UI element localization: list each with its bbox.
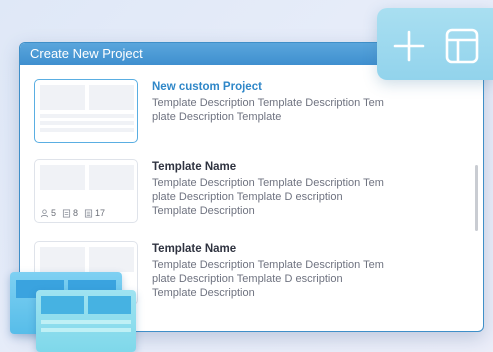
floating-toolbar	[377, 8, 493, 80]
thumb-line	[40, 121, 134, 125]
template-item-custom[interactable]: New custom Project Template Description …	[34, 79, 465, 149]
template-description: Template Description Template Descriptio…	[152, 96, 464, 124]
items-count: 17	[95, 208, 106, 218]
items-stat: 17	[84, 208, 105, 218]
description-line: plate Description Template D escription	[152, 273, 343, 285]
template-cards-illustration	[6, 268, 136, 352]
description-line: Template Description Template Descriptio…	[152, 97, 384, 109]
pages-stat: 8	[62, 208, 78, 218]
card-block	[41, 296, 84, 314]
thumb-block	[89, 85, 134, 110]
template-thumbnail	[34, 79, 138, 143]
plus-icon[interactable]	[391, 28, 427, 64]
document-icon	[62, 208, 71, 218]
card-line	[41, 328, 131, 332]
template-thumbnail: 5 8 17	[34, 159, 138, 223]
users-stat: 5	[40, 208, 56, 218]
thumb-block	[40, 85, 85, 110]
template-description: Template Description Template Descriptio…	[152, 176, 464, 218]
template-description: Template Description Template Descriptio…	[152, 258, 464, 300]
thumb-line	[40, 114, 134, 118]
description-line: plate Description Template D escription	[152, 191, 343, 203]
layout-icon[interactable]	[445, 28, 479, 64]
list-icon	[84, 208, 93, 218]
front-card	[36, 290, 136, 352]
users-count: 5	[51, 208, 57, 218]
description-line: Template Description	[152, 287, 255, 299]
description-line: Template Description Template Descriptio…	[152, 259, 384, 271]
template-text: Template Name Template Description Templ…	[152, 243, 465, 300]
user-icon	[40, 208, 49, 217]
description-line: Template Description	[152, 205, 255, 217]
card-block	[88, 296, 131, 314]
template-title: New custom Project	[152, 81, 262, 93]
template-text: Template Name Template Description Templ…	[152, 161, 465, 218]
thumb-block	[89, 165, 134, 190]
card-line	[41, 320, 131, 324]
list-scrollbar[interactable]	[475, 165, 478, 231]
thumb-line	[40, 128, 134, 132]
pages-count: 8	[73, 208, 79, 218]
thumb-block	[40, 165, 85, 190]
template-text: New custom Project Template Description …	[152, 81, 465, 124]
description-line: Template Description Template Descriptio…	[152, 177, 384, 189]
template-item[interactable]: 5 8 17 Template Name Template Descriptio…	[34, 159, 465, 229]
template-stats: 5 8 17	[40, 208, 105, 218]
template-title: Template Name	[152, 243, 237, 255]
template-title: Template Name	[152, 161, 237, 173]
description-line: plate Description Template	[152, 111, 282, 123]
